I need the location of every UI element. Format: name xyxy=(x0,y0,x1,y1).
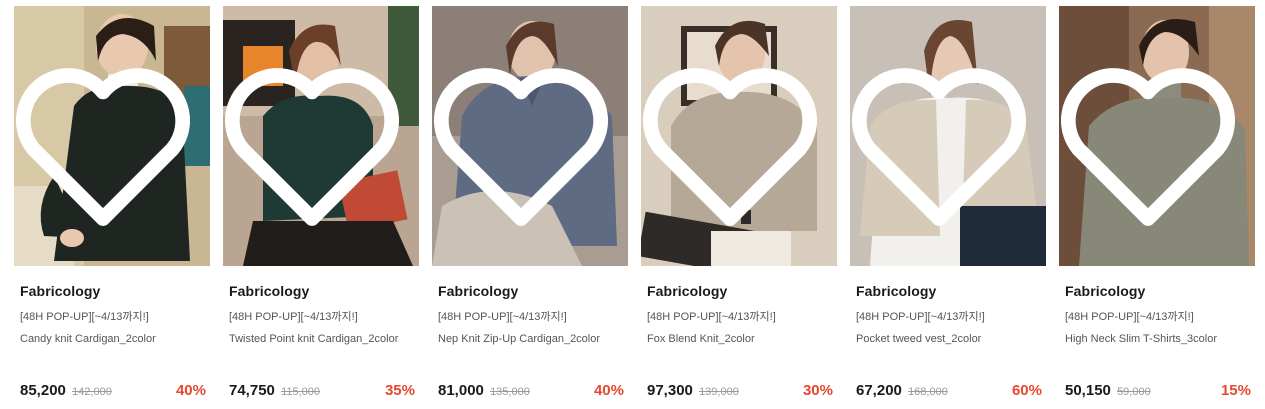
promo-tag: [48H POP-UP][~4/13까지!] xyxy=(1065,311,1194,323)
promo-tag: [48H POP-UP][~4/13까지!] xyxy=(438,311,567,323)
product-card[interactable]: Fabricology [48H POP-UP][~4/13까지!] Pocke… xyxy=(850,6,1046,406)
price-row: 85,200 142,000 40% xyxy=(20,382,206,402)
heart-outline-icon[interactable] xyxy=(432,15,619,266)
product-name[interactable]: High Neck Slim T-Shirts_3color xyxy=(1065,333,1217,345)
heart-outline-icon[interactable] xyxy=(641,15,828,266)
brand-name[interactable]: Fabricology xyxy=(647,283,727,299)
brand-name[interactable]: Fabricology xyxy=(229,283,309,299)
product-card[interactable]: Fabricology [48H POP-UP][~4/13까지!] Candy… xyxy=(14,6,210,406)
product-name[interactable]: Candy knit Cardigan_2color xyxy=(20,333,156,345)
discount-rate: 40% xyxy=(175,382,206,399)
sale-price: 50,150 xyxy=(1065,382,1111,399)
brand-name[interactable]: Fabricology xyxy=(438,283,518,299)
product-card[interactable]: Fabricology [48H POP-UP][~4/13까지!] Fox B… xyxy=(641,6,837,406)
product-name[interactable]: Twisted Point knit Cardigan_2color xyxy=(229,333,398,345)
sale-price: 81,000 xyxy=(438,382,484,399)
product-image[interactable] xyxy=(432,6,628,266)
promo-tag: [48H POP-UP][~4/13까지!] xyxy=(647,311,776,323)
product-image[interactable] xyxy=(1059,6,1255,266)
price-row: 50,150 59,000 15% xyxy=(1065,382,1251,402)
product-card[interactable]: Fabricology [48H POP-UP][~4/13까지!] Twist… xyxy=(223,6,419,406)
product-image[interactable] xyxy=(223,6,419,266)
sale-price: 97,300 xyxy=(647,382,693,399)
original-price: 142,000 xyxy=(72,386,112,398)
sale-price: 67,200 xyxy=(856,382,902,399)
original-price: 135,000 xyxy=(490,386,530,398)
product-image[interactable] xyxy=(850,6,1046,266)
heart-outline-icon[interactable] xyxy=(14,15,201,266)
price-row: 81,000 135,000 40% xyxy=(438,382,624,402)
original-price: 59,000 xyxy=(1117,386,1151,398)
promo-tag: [48H POP-UP][~4/13까지!] xyxy=(20,311,149,323)
promo-tag: [48H POP-UP][~4/13까지!] xyxy=(229,311,358,323)
discount-rate: 15% xyxy=(1220,382,1251,399)
original-price: 139,000 xyxy=(699,386,739,398)
sale-price: 74,750 xyxy=(229,382,275,399)
discount-rate: 40% xyxy=(593,382,624,399)
discount-rate: 60% xyxy=(1011,382,1042,399)
price-row: 67,200 168,000 60% xyxy=(856,382,1042,402)
product-name[interactable]: Nep Knit Zip-Up Cardigan_2color xyxy=(438,333,600,345)
product-card[interactable]: Fabricology [48H POP-UP][~4/13까지!] Nep K… xyxy=(432,6,628,406)
brand-name[interactable]: Fabricology xyxy=(1065,283,1145,299)
heart-outline-icon[interactable] xyxy=(223,15,410,266)
price-row: 74,750 115,000 35% xyxy=(229,382,415,402)
product-name[interactable]: Fox Blend Knit_2color xyxy=(647,333,755,345)
sale-price: 85,200 xyxy=(20,382,66,399)
original-price: 168,000 xyxy=(908,386,948,398)
discount-rate: 35% xyxy=(384,382,415,399)
heart-outline-icon[interactable] xyxy=(1059,15,1246,266)
brand-name[interactable]: Fabricology xyxy=(856,283,936,299)
product-card[interactable]: Fabricology [48H POP-UP][~4/13까지!] High … xyxy=(1059,6,1255,406)
price-row: 97,300 139,000 30% xyxy=(647,382,833,402)
product-image[interactable] xyxy=(641,6,837,266)
product-grid: Fabricology [48H POP-UP][~4/13까지!] Candy… xyxy=(0,0,1265,409)
product-name[interactable]: Pocket tweed vest_2color xyxy=(856,333,981,345)
brand-name[interactable]: Fabricology xyxy=(20,283,100,299)
product-image[interactable] xyxy=(14,6,210,266)
promo-tag: [48H POP-UP][~4/13까지!] xyxy=(856,311,985,323)
original-price: 115,000 xyxy=(281,386,321,398)
heart-outline-icon[interactable] xyxy=(850,15,1037,266)
discount-rate: 30% xyxy=(802,382,833,399)
